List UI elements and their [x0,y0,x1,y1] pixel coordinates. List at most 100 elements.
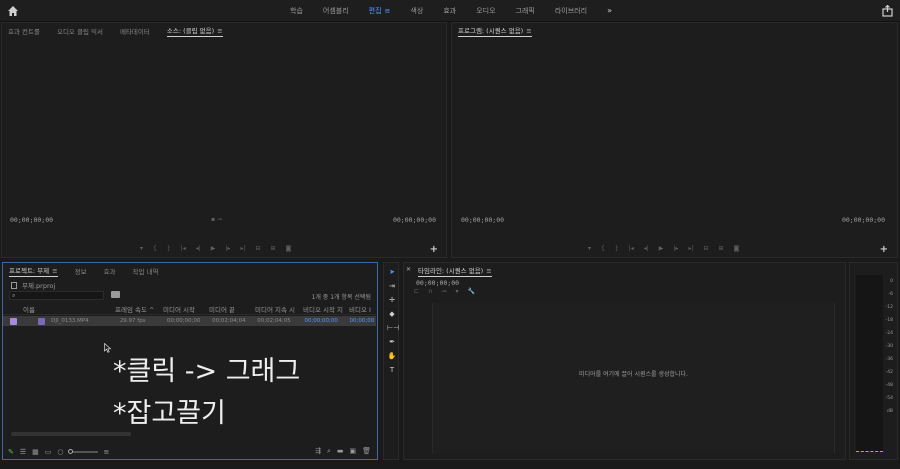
collapse-icon[interactable]: ✕ [406,266,411,273]
tab-effect-controls[interactable]: 효과 컨트롤 [8,26,40,36]
slip-tool-icon[interactable]: ⊢⊣ [387,323,399,333]
source-timecode-current[interactable]: 00;00;00;00 [10,216,53,224]
panel-menu-icon[interactable]: ≡ [486,267,491,275]
quick-export-icon[interactable] [882,5,893,17]
mark-out-icon[interactable]: } [167,245,171,252]
add-marker-icon[interactable]: ▾ [588,245,591,252]
mark-in-icon[interactable]: { [153,245,157,252]
workspace-tab-effects[interactable]: 효과 [433,0,466,22]
go-to-in-icon[interactable]: |◂ [629,245,634,252]
column-media-duration[interactable]: 미디어 지속 시 [255,304,303,314]
razor-tool-icon[interactable]: ◆ [387,309,397,319]
workspace-tab-color[interactable]: 색상 [400,0,433,22]
tab-timeline[interactable]: 타임라인: (시퀀스 없음) ≡ [418,265,492,277]
insert-icon[interactable]: ⊟ [255,245,260,252]
tab-effects[interactable]: 효과 [104,266,116,276]
column-media-start[interactable]: 미디어 시작 [163,304,209,314]
selection-tool-icon[interactable]: ➤ [387,267,397,277]
type-tool-icon[interactable]: T [387,365,397,375]
track-select-tool-icon[interactable]: ⇥ [387,281,397,291]
source-zoom-icon[interactable]: ▪ ⊸ [211,216,222,223]
new-item-icon[interactable]: ▣ [349,447,356,456]
add-marker-icon[interactable]: ▾ [140,245,143,252]
tab-history[interactable]: 작업 내역 [133,266,159,276]
icon-view-icon[interactable]: ▦ [32,448,39,456]
workspace-tab-audio[interactable]: 오디오 [466,0,505,22]
automate-to-sequence-icon[interactable]: ⇶ [315,447,321,456]
workspace-tab-edit[interactable]: 편집 ≡ [359,0,401,22]
play-icon[interactable]: ▶ [659,245,664,252]
add-marker-icon[interactable]: ▾ [455,288,458,295]
step-back-icon[interactable]: ◂| [196,245,201,252]
workspace-tab-learn[interactable]: 학습 [280,0,313,22]
step-forward-icon[interactable]: |▸ [673,245,678,252]
ripple-edit-tool-icon[interactable]: ✛ [387,295,397,305]
column-media-end[interactable]: 미디어 끝 [209,304,255,314]
add-button-icon[interactable]: + [880,244,888,255]
timeline-drop-area[interactable]: 미디어를 여기에 끌어 시퀀스를 생성합니다. [432,303,835,453]
workspace-tab-graphics[interactable]: 그래픽 [506,0,545,22]
wrench-icon[interactable]: 🔧 [467,288,474,295]
camera-icon[interactable]: ◙ [286,245,292,252]
timeline-timecode[interactable]: 00;00;00;00 [416,279,459,287]
sort-icon[interactable]: ≡ [104,448,110,456]
tab-project[interactable]: 프로젝트: 무제 ≡ [9,265,58,277]
extract-icon[interactable]: ⊞ [719,245,724,252]
video-clip-icon [38,317,46,325]
freeform-view-icon[interactable]: ▭ [45,448,52,456]
linked-selection-icon[interactable]: ⊸ [441,288,446,295]
clip-video-start: 00;00;00;00 [304,318,338,324]
step-back-icon[interactable]: ◂| [644,245,649,252]
horizontal-scrollbar[interactable] [11,432,131,436]
overwrite-icon[interactable]: ⊞ [271,245,276,252]
hand-tool-icon[interactable]: ✋ [387,351,397,361]
pen-tool-icon[interactable]: ✒ [387,337,397,347]
go-to-out-icon[interactable]: ▸| [688,245,693,252]
panel-menu-icon[interactable]: ≡ [52,267,57,275]
project-search-input[interactable]: ⌕ [9,291,104,300]
thumbnail-zoom-slider[interactable] [67,449,98,454]
lift-icon[interactable]: ⊟ [703,245,708,252]
add-button-icon[interactable]: + [430,244,438,255]
panel-menu-icon[interactable]: ≡ [526,27,531,35]
go-to-in-icon[interactable]: |◂ [181,245,186,252]
folder-icon[interactable] [111,291,120,298]
snap-icon[interactable]: ∩ [428,288,432,295]
tab-program[interactable]: 프로그램: (시퀀스 없음) ≡ [458,25,532,37]
tab-audio-clip-mixer[interactable]: 오디오 클립 믹서 [57,26,103,36]
mark-in-icon[interactable]: { [601,245,605,252]
pen-icon[interactable]: ✎ [8,448,14,456]
more-workspaces-icon[interactable]: » [597,0,622,22]
camera-icon[interactable]: ◙ [734,245,740,252]
nest-icon[interactable]: ⊏ [414,288,419,295]
tab-info[interactable]: 정보 [75,266,87,276]
new-bin-icon[interactable]: ▬ [337,447,344,456]
label-color-swatch[interactable] [9,317,17,325]
mark-out-icon[interactable]: } [615,245,619,252]
find-icon[interactable]: ⌕ [327,447,331,456]
step-forward-icon[interactable]: |▸ [225,245,230,252]
project-item-row[interactable]: DJI_0133.MP4 29.97 fps 00;00;00;00 00;02… [3,316,376,326]
column-video-in[interactable]: 비디오 I [349,304,376,314]
hamburger-icon[interactable]: ≡ [385,7,391,15]
tab-source[interactable]: 소스: (클립 없음) ≡ [166,25,223,37]
workspace-tab-assembly[interactable]: 어셈블리 [313,0,359,22]
home-icon[interactable] [7,5,19,17]
slider-handle[interactable] [67,449,73,454]
meter-tick: 0 [890,279,893,284]
meter-tick: -18 [885,318,893,323]
panel-menu-icon[interactable]: ≡ [217,27,222,35]
play-icon[interactable]: ▶ [211,245,216,252]
program-timecode-current[interactable]: 00;00;00;00 [461,216,504,224]
column-name[interactable]: 이름 [23,304,115,314]
workspace-tab-libraries[interactable]: 라이브러리 [545,0,597,22]
column-frame-rate[interactable]: 프레임 속도 ^ [115,304,163,314]
instruction-overlay: *클릭 -> 그래그 *잡고끌기 [113,351,300,435]
go-to-out-icon[interactable]: ▸| [240,245,245,252]
column-video-start[interactable]: 비디오 시작 지 [303,304,349,314]
list-view-icon[interactable]: ☰ [20,448,26,456]
trash-icon[interactable]: 🗑 [362,447,371,456]
clip-media-end: 00;02;04;04 [212,318,246,324]
zoom-out-icon[interactable]: ○ [57,448,63,456]
tab-metadata[interactable]: 메타데이터 [120,26,150,36]
